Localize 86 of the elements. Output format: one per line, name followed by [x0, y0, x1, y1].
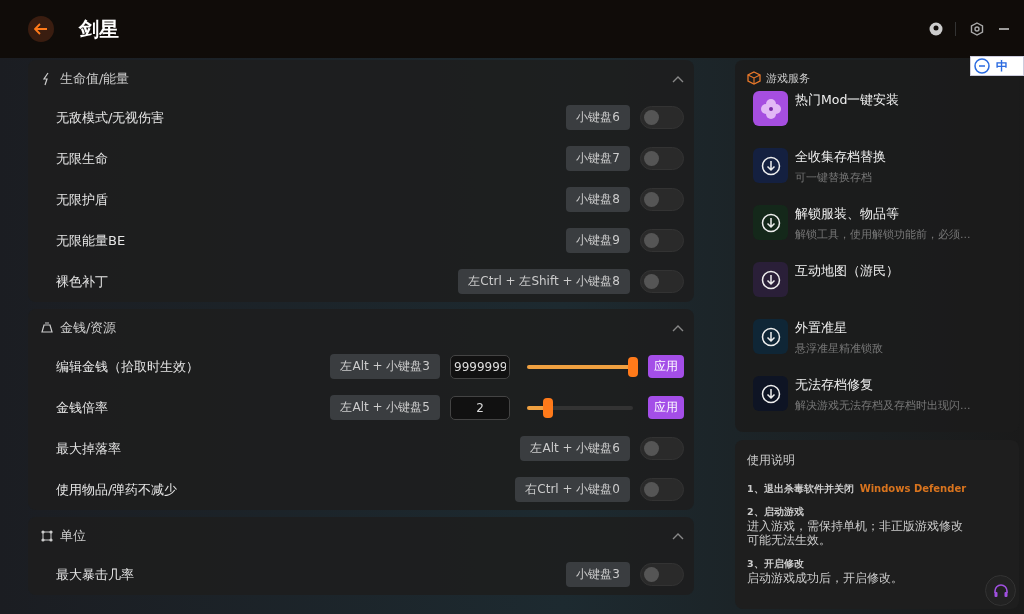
- settings-button[interactable]: [970, 22, 984, 36]
- service-title: 热门Mod一键安装: [795, 92, 900, 109]
- service-subtitle: 解锁工具，使用解锁功能前，必须...: [795, 227, 971, 242]
- download-icon: [760, 155, 781, 176]
- account-button[interactable]: [929, 22, 943, 36]
- back-button[interactable]: [28, 16, 54, 42]
- section-title: 金钱/资源: [60, 318, 118, 337]
- service-item[interactable]: 全收集存档替换 可一键替换存档: [747, 143, 1007, 200]
- panel-title: 游戏服务: [766, 70, 810, 86]
- option-label: 无限能量BE: [56, 231, 127, 250]
- toggle-switch[interactable]: [640, 106, 684, 129]
- step-text: 启动游戏成功后，开启修改。: [747, 570, 904, 586]
- step-heading: 1、退出杀毒软件并关闭: [747, 483, 854, 494]
- step-heading: 3、开启修改: [747, 557, 804, 569]
- window-title: 剑星: [79, 15, 120, 43]
- value-field[interactable]: 2: [450, 395, 510, 420]
- step-heading: 2、启动游戏: [747, 506, 804, 517]
- option-label: 金钱倍率: [56, 398, 109, 417]
- hotkey-button[interactable]: 左Alt + 小键盘3: [330, 354, 440, 379]
- input-mode-label: 中: [996, 57, 1008, 75]
- option-label: 无限生命: [56, 149, 109, 168]
- logo-icon: [974, 58, 990, 74]
- service-title: 互动地图（游民）: [795, 263, 899, 280]
- step-text: 进入游戏，需保持单机；非正版游戏修改可能无法生效。: [747, 519, 964, 548]
- download-icon: [760, 383, 781, 404]
- collapse-button[interactable]: [672, 74, 684, 83]
- toggle-switch[interactable]: [640, 147, 684, 170]
- service-item[interactable]: 解锁服装、物品等 解锁工具，使用解锁功能前，必须...: [747, 200, 1007, 257]
- panel-title: 使用说明: [747, 452, 796, 469]
- service-subtitle: 解决游戏无法存档及存档时出现闪...: [795, 398, 971, 413]
- flower-icon: [759, 97, 782, 120]
- chevron-up-icon: [672, 74, 684, 83]
- headset-icon: [992, 582, 1009, 599]
- service-item[interactable]: 热门Mod一键安装: [747, 86, 1007, 143]
- back-arrow-icon: [34, 23, 48, 35]
- toggle-switch[interactable]: [640, 270, 684, 293]
- hotkey-button[interactable]: 小键盘3: [566, 562, 630, 587]
- windows-defender-link[interactable]: Windows Defender: [859, 483, 967, 494]
- service-item[interactable]: 互动地图（游民）: [747, 257, 1007, 314]
- box-icon: [747, 71, 761, 85]
- option-label: 最大暴击几率: [56, 565, 135, 584]
- apply-button[interactable]: 应用: [648, 396, 684, 419]
- nodes-icon: [40, 528, 54, 543]
- service-title: 无法存档修复: [795, 377, 874, 394]
- option-label: 无敌模式/无视伤害: [56, 108, 166, 127]
- section-title: 单位: [60, 526, 87, 545]
- toggle-switch[interactable]: [640, 478, 684, 501]
- service-title: 外置准星: [795, 320, 848, 337]
- hotkey-button[interactable]: 小键盘8: [566, 187, 630, 212]
- service-item[interactable]: 无法存档修复 解决游戏无法存档及存档时出现闪...: [747, 371, 1007, 428]
- download-icon: [760, 269, 781, 290]
- chevron-up-icon: [672, 323, 684, 332]
- service-subtitle: 悬浮准星精准锁敌: [795, 341, 883, 356]
- collapse-button[interactable]: [672, 531, 684, 540]
- bag-icon: [40, 320, 54, 335]
- hotkey-button[interactable]: 左Ctrl + 左Shift + 小键盘8: [458, 269, 630, 294]
- user-icon: [929, 22, 943, 36]
- toggle-switch[interactable]: [640, 437, 684, 460]
- value-field[interactable]: 9999999: [450, 354, 510, 379]
- hotkey-button[interactable]: 小键盘9: [566, 228, 630, 253]
- toggle-switch[interactable]: [640, 188, 684, 211]
- hotkey-button[interactable]: 左Alt + 小键盘6: [520, 436, 630, 461]
- service-subtitle: 可一键替换存档: [795, 170, 873, 185]
- option-label: 最大掉落率: [56, 439, 122, 458]
- option-label: 无限护盾: [56, 190, 109, 209]
- toggle-switch[interactable]: [640, 563, 684, 586]
- toggle-switch[interactable]: [640, 229, 684, 252]
- slider-thumb[interactable]: [543, 397, 554, 418]
- collapse-button[interactable]: [672, 323, 684, 332]
- option-label: 裸色补丁: [56, 272, 109, 291]
- service-item[interactable]: 外置准星 悬浮准星精准锁敌: [747, 314, 1007, 371]
- service-title: 解锁服装、物品等: [795, 206, 900, 223]
- service-title: 全收集存档替换: [795, 149, 886, 166]
- option-label: 编辑金钱（拾取时生效）: [56, 357, 200, 376]
- hotkey-button[interactable]: 左Alt + 小键盘5: [330, 395, 440, 420]
- hotkey-button[interactable]: 小键盘6: [566, 105, 630, 130]
- chevron-up-icon: [672, 531, 684, 540]
- hotkey-button[interactable]: 小键盘7: [566, 146, 630, 171]
- slider-thumb[interactable]: [628, 356, 638, 377]
- hotkey-button[interactable]: 右Ctrl + 小键盘0: [515, 477, 630, 502]
- apply-button[interactable]: 应用: [648, 355, 684, 378]
- option-label: 使用物品/弹药不减少: [56, 480, 179, 499]
- download-icon: [760, 326, 781, 347]
- download-icon: [760, 212, 781, 233]
- section-title: 生命值/能量: [60, 69, 131, 88]
- settings-icon: [970, 22, 984, 36]
